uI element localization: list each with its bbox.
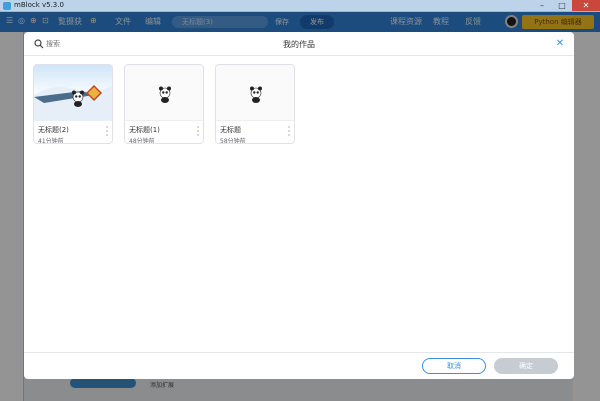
confirm-button[interactable]: 确定 — [494, 358, 558, 374]
more-icon[interactable]: · · · — [195, 124, 201, 140]
project-name: 无标题(1) — [129, 126, 160, 134]
project-time: 58分钟前 — [220, 138, 246, 144]
panda-icon — [250, 86, 262, 103]
project-name: 无标题 — [220, 126, 241, 134]
project-grid: 无标题(2) 41分钟前 · · · 无标题(1) 48分钟前 · · · 无标… — [33, 64, 295, 144]
maximize-button[interactable]: □ — [552, 0, 572, 11]
scene-thumbnail-art — [34, 85, 112, 121]
search-input[interactable] — [46, 38, 136, 50]
search-icon — [34, 39, 44, 49]
panda-icon — [159, 86, 171, 103]
more-icon[interactable]: · · · — [104, 124, 110, 140]
window-controls: – □ ✕ — [532, 0, 600, 12]
app-icon — [3, 2, 11, 10]
close-window-button[interactable]: ✕ — [572, 0, 600, 11]
cancel-button[interactable]: 取消 — [422, 358, 486, 374]
project-thumbnail — [34, 65, 112, 121]
project-card[interactable]: 无标题(2) 41分钟前 · · · — [33, 64, 113, 144]
project-name: 无标题(2) — [38, 126, 69, 134]
project-time: 48分钟前 — [129, 138, 155, 144]
project-card[interactable]: 无标题(1) 48分钟前 · · · — [124, 64, 204, 144]
minimize-button[interactable]: – — [532, 0, 552, 11]
project-time: 41分钟前 — [38, 138, 64, 144]
project-thumbnail — [216, 65, 294, 121]
my-projects-dialog: 我的作品 ✕ — [24, 32, 574, 379]
dialog-header: 我的作品 ✕ — [24, 32, 574, 56]
more-icon[interactable]: · · · — [286, 124, 292, 140]
project-thumbnail — [125, 65, 203, 121]
project-card[interactable]: 无标题 58分钟前 · · · — [215, 64, 295, 144]
window-title: mBlock v5.3.0 — [14, 1, 64, 9]
close-icon[interactable]: ✕ — [554, 38, 566, 50]
dialog-footer: 取消 确定 — [24, 352, 574, 379]
window-titlebar: mBlock v5.3.0 – □ ✕ — [0, 0, 600, 12]
